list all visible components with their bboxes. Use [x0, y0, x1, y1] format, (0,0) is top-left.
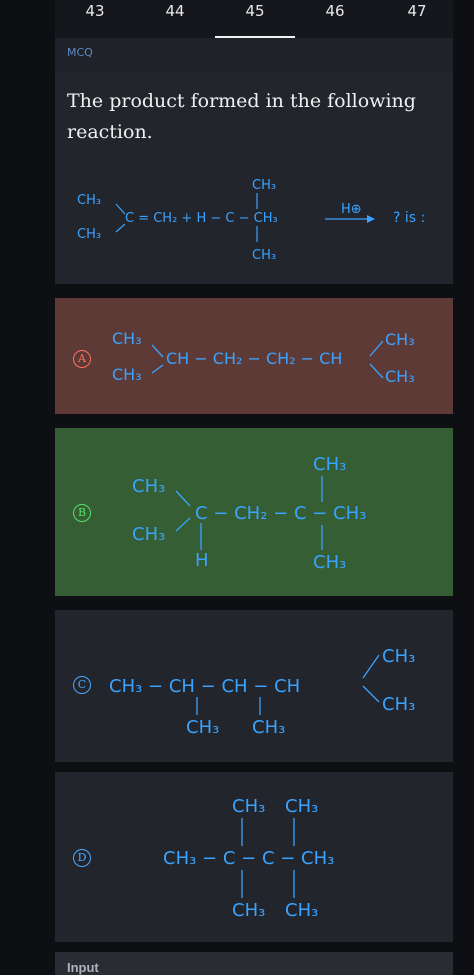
svg-text:CH₃: CH₃ — [385, 330, 415, 349]
svg-text:CH₃: CH₃ — [132, 524, 165, 545]
ch3-left-top: CH₃ — [77, 193, 101, 208]
svg-text:CH₃: CH₃ — [232, 900, 265, 921]
svg-text:CH₃: CH₃ — [382, 694, 415, 715]
input-bar[interactable]: Input — [55, 952, 453, 975]
svg-text:CH₃: CH₃ — [313, 552, 346, 573]
svg-text:CH₃: CH₃ — [285, 900, 318, 921]
question-tabs: 43 44 45 46 47 — [55, 0, 453, 39]
ch3-left-bottom: CH₃ — [77, 227, 101, 242]
catalyst-h: H⊕ — [341, 202, 362, 217]
reaction-equation: CH₃ CH₃ C = CH₂ + H − C − CH₃ CH₃ CH₃ H⊕… — [77, 178, 425, 263]
svg-text:CH₃ − C − C − CH₃: CH₃ − C − C − CH₃ — [163, 848, 334, 869]
tab-47[interactable]: 47 — [387, 0, 447, 28]
ch3-top: CH₃ — [252, 178, 276, 193]
svg-text:CH − CH₂ − CH₂ − CH: CH − CH₂ − CH₂ − CH — [166, 349, 342, 368]
option-c-structure: CH₃ − CH − CH − CH CH₃ CH₃ CH₃ CH₃ — [109, 646, 415, 738]
option-d-structure: CH₃ − C − C − CH₃ CH₃ CH₃ CH₃ CH₃ — [163, 796, 334, 921]
option-d[interactable]: D CH₃ − C − C − CH₃ CH₃ CH₃ CH₃ CH₃ — [55, 772, 453, 942]
svg-text:CH₃: CH₃ — [252, 717, 285, 738]
svg-text:CH₃: CH₃ — [285, 796, 318, 817]
svg-text:CH₃: CH₃ — [112, 365, 142, 384]
svg-text:CH₃: CH₃ — [313, 454, 346, 475]
svg-text:CH₃: CH₃ — [385, 367, 415, 386]
svg-text:CH₃: CH₃ — [186, 717, 219, 738]
option-c[interactable]: C CH₃ − CH − CH − CH CH₃ CH₃ CH₃ CH₃ — [55, 610, 453, 762]
svg-text:CH₃: CH₃ — [232, 796, 265, 817]
svg-text:CH₃ − CH − CH − CH: CH₃ − CH − CH − CH — [109, 676, 300, 697]
option-a-structure: CH₃ CH₃ CH − CH₂ − CH₂ − CH CH₃ CH₃ — [112, 329, 415, 386]
question-tail: ? is : — [393, 210, 425, 226]
ch3-bottom: CH₃ — [252, 248, 276, 263]
question-card: The product formed in the following reac… — [55, 72, 453, 284]
svg-text:CH₃: CH₃ — [112, 329, 142, 348]
tab-44[interactable]: 44 — [145, 0, 205, 28]
mcq-label: MCQ — [67, 46, 93, 59]
svg-text:C − CH₂ − C − CH₃: C − CH₂ − C − CH₃ — [195, 503, 366, 524]
option-b[interactable]: B CH₃ CH₃ C − CH₂ − C − CH₃ CH₃ H CH₃ — [55, 428, 453, 596]
svg-text:CH₃: CH₃ — [382, 646, 415, 667]
tab-45[interactable]: 45 — [215, 0, 295, 39]
reaction-main: C = CH₂ + H − C − CH₃ — [125, 211, 278, 226]
svg-text:H: H — [195, 550, 209, 571]
option-a[interactable]: A CH₃ CH₃ CH − CH₂ − CH₂ − CH CH₃ CH₃ — [55, 298, 453, 414]
input-label: Input — [67, 960, 99, 975]
tab-43[interactable]: 43 — [65, 0, 125, 28]
mcq-header: MCQ — [55, 38, 453, 72]
option-b-structure: CH₃ CH₃ C − CH₂ − C − CH₃ CH₃ H CH₃ — [132, 454, 366, 573]
tab-46[interactable]: 46 — [305, 0, 365, 28]
svg-text:CH₃: CH₃ — [132, 476, 165, 497]
